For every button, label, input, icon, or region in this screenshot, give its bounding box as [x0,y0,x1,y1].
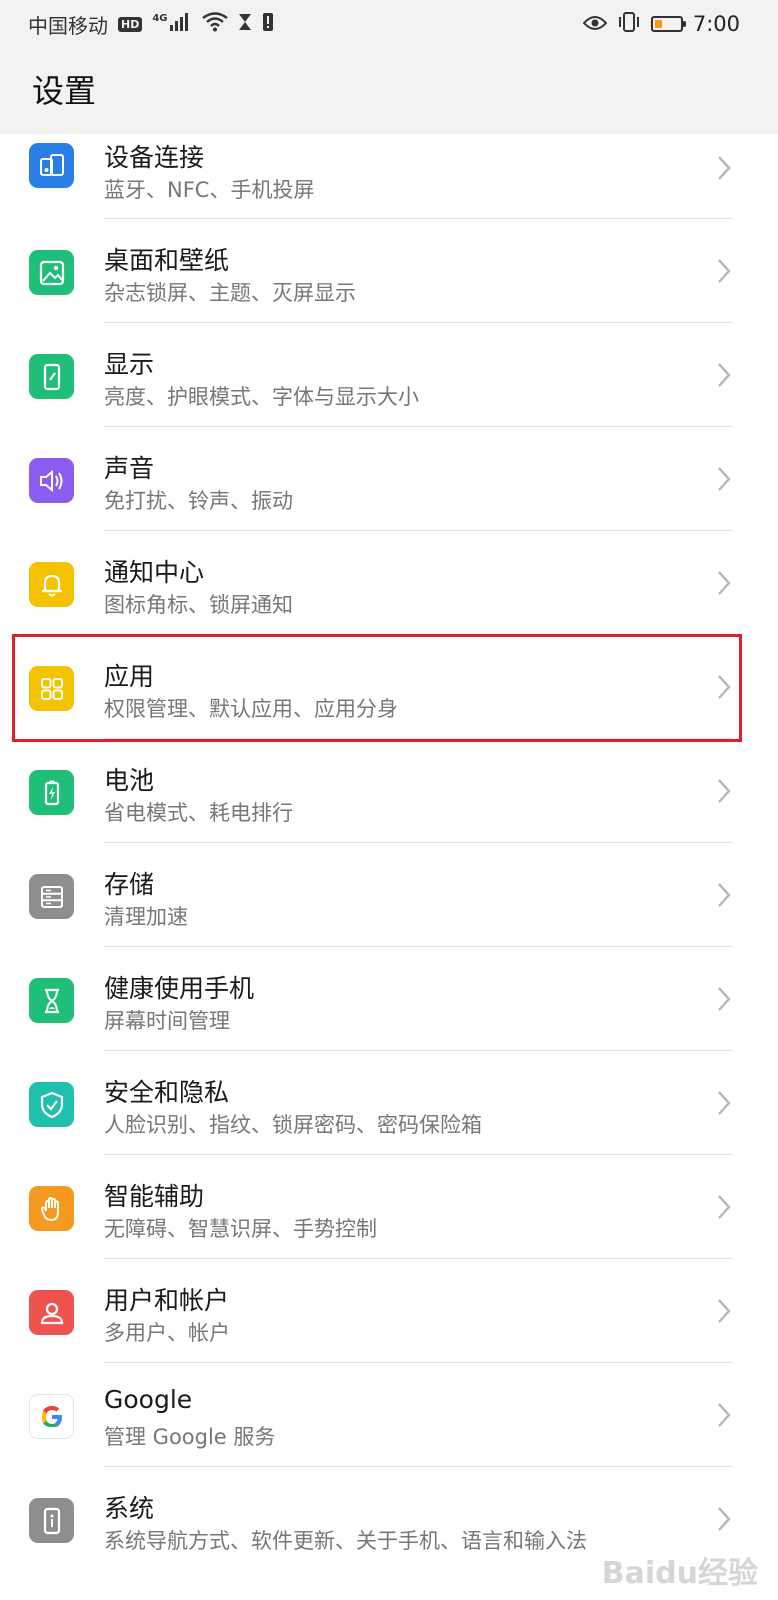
item-title: 显示 [104,350,155,379]
item-title: Google [104,1385,193,1414]
item-title: 电池 [104,766,155,795]
shield-icon [29,1082,74,1127]
battery-icon [29,770,74,815]
eye-comfort-icon [582,12,608,36]
item-subtitle: 省电模式、耗电排行 [104,801,293,825]
settings-item-sound[interactable]: 声音 免打扰、铃声、振动 [0,427,778,531]
bell-icon [29,562,74,607]
chevron-right-icon [718,156,731,180]
display-icon [29,354,74,399]
wallpaper-icon [29,250,74,295]
chevron-right-icon [718,883,731,907]
signal-icon [169,12,192,36]
settings-item-google[interactable]: Google 管理 Google 服务 [0,1363,778,1467]
settings-item-battery[interactable]: 电池 省电模式、耗电排行 [0,739,778,843]
chevron-right-icon [718,987,731,1011]
chevron-right-icon [718,571,731,595]
hd-badge: HD [118,16,143,32]
chevron-right-icon [718,467,731,491]
item-subtitle: 杂志锁屏、主题、灭屏显示 [104,281,356,305]
alert-icon [262,12,274,37]
battery-status-icon [650,16,686,32]
network-type: 4G [152,12,168,24]
item-title: 声音 [104,454,155,483]
item-subtitle: 无障碍、智慧识屏、手势控制 [104,1217,377,1241]
item-title: 智能辅助 [104,1182,205,1211]
settings-item-users-accounts[interactable]: 用户和帐户 多用户、帐户 [0,1259,778,1363]
settings-item-notification[interactable]: 通知中心 图标角标、锁屏通知 [0,531,778,635]
chevron-right-icon [718,259,731,283]
item-title: 设备连接 [104,143,205,172]
settings-item-digital-balance[interactable]: 健康使用手机 屏幕时间管理 [0,947,778,1051]
system-icon [29,1498,74,1543]
item-subtitle: 系统导航方式、软件更新、关于手机、语言和输入法 [104,1529,587,1553]
settings-item-device-connection[interactable]: 设备连接 蓝牙、NFC、手机投屏 [0,134,778,219]
page-title: 设置 [32,72,97,110]
item-subtitle: 人脸识别、指纹、锁屏密码、密码保险箱 [104,1113,482,1137]
status-time: 7:00 [692,12,740,36]
device-connection-icon [29,143,74,188]
item-title: 存储 [104,870,155,899]
chevron-right-icon [718,1507,731,1531]
item-subtitle: 管理 Google 服务 [104,1425,276,1449]
hourglass-icon [29,978,74,1023]
settings-item-security[interactable]: 安全和隐私 人脸识别、指纹、锁屏密码、密码保险箱 [0,1051,778,1155]
settings-item-storage[interactable]: 存储 清理加速 [0,843,778,947]
item-title: 桌面和壁纸 [104,246,230,275]
vibrate-icon [617,11,641,37]
item-subtitle: 屏幕时间管理 [104,1009,230,1033]
wifi-icon [201,11,228,37]
chevron-right-icon [718,1403,731,1427]
hourglass-status-icon [238,12,252,36]
settings-item-display[interactable]: 显示 亮度、护眼模式、字体与显示大小 [0,323,778,427]
settings-item-apps[interactable]: 应用 权限管理、默认应用、应用分身 [0,635,778,739]
settings-item-wallpaper[interactable]: 桌面和壁纸 杂志锁屏、主题、灭屏显示 [0,219,778,323]
item-subtitle: 清理加速 [104,905,188,929]
user-icon [29,1290,74,1335]
google-icon [29,1394,74,1439]
item-title: 用户和帐户 [104,1286,230,1315]
item-subtitle: 免打扰、铃声、振动 [104,489,293,513]
status-bar: 中国移动 HD 4G 7:00 [0,0,778,48]
status-left: 中国移动 HD 4G [28,10,274,39]
item-title: 健康使用手机 [104,974,255,1003]
chevron-right-icon [718,779,731,803]
sound-icon [29,458,74,503]
item-subtitle: 亮度、护眼模式、字体与显示大小 [104,385,419,409]
apps-grid-icon [29,666,74,711]
carrier-label: 中国移动 [28,13,108,38]
watermark: Baidu经验 [601,1556,758,1591]
item-title: 通知中心 [104,558,205,587]
item-title: 安全和隐私 [104,1078,230,1107]
item-subtitle: 多用户、帐户 [104,1321,230,1345]
item-subtitle: 图标角标、锁屏通知 [104,593,293,617]
chevron-right-icon [718,1195,731,1219]
item-title: 应用 [104,662,155,691]
item-subtitle: 蓝牙、NFC、手机投屏 [104,178,315,202]
page-header: 设置 [0,48,778,134]
item-subtitle: 权限管理、默认应用、应用分身 [104,697,398,721]
settings-item-accessibility[interactable]: 智能辅助 无障碍、智慧识屏、手势控制 [0,1155,778,1259]
chevron-right-icon [718,1299,731,1323]
hand-icon [29,1186,74,1231]
chevron-right-icon [718,363,731,387]
chevron-right-icon [718,1091,731,1115]
storage-icon [29,874,74,919]
item-title: 系统 [104,1494,155,1523]
chevron-right-icon [718,675,731,699]
status-right: 7:00 [582,11,740,37]
